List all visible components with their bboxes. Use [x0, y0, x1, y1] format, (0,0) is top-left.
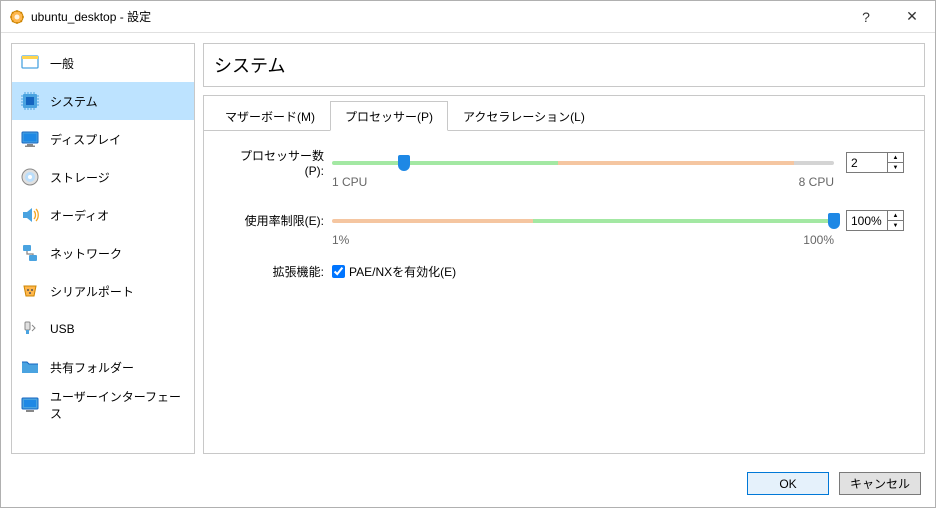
cap-min-label: 1%: [332, 233, 349, 247]
cancel-button[interactable]: キャンセル: [839, 472, 921, 495]
exec-cap-spinner[interactable]: ▲▼: [846, 210, 904, 231]
network-icon: [20, 243, 40, 263]
sidebar-item-label: シリアルポート: [50, 283, 134, 300]
window-title: ubuntu_desktop - 設定: [31, 8, 843, 25]
sidebar-item-label: ネットワーク: [50, 245, 122, 262]
spin-down[interactable]: ▼: [888, 163, 903, 172]
sidebar-item-ui[interactable]: ユーザーインターフェース: [12, 386, 194, 424]
tab-processor[interactable]: プロセッサー(P): [330, 101, 448, 131]
pae-nx-label: PAE/NXを有効化(E): [349, 263, 456, 280]
app-icon: [9, 9, 25, 25]
ui-icon: [20, 395, 40, 415]
sidebar-item-label: ストレージ: [50, 169, 110, 186]
display-icon: [20, 129, 40, 149]
sidebar-item-label: オーディオ: [50, 207, 109, 224]
dialog-footer: OK キャンセル: [1, 464, 935, 507]
cpu-max-label: 8 CPU: [799, 175, 834, 189]
sidebar-item-general[interactable]: 一般: [12, 44, 194, 82]
sidebar-item-network[interactable]: ネットワーク: [12, 234, 194, 272]
sidebar: 一般 システム ディスプレイ ストレージ オーディオ ネットワーク シリアルポー…: [11, 43, 195, 454]
ok-button[interactable]: OK: [747, 472, 829, 495]
page-title: システム: [203, 43, 925, 87]
cpu-count-label: プロセッサー数(P):: [224, 147, 332, 178]
usb-icon: [20, 319, 40, 339]
exec-cap-slider[interactable]: 1% 100%: [332, 219, 834, 223]
exec-cap-input[interactable]: [847, 211, 887, 230]
help-button[interactable]: ?: [843, 1, 889, 33]
general-icon: [20, 53, 40, 73]
sidebar-item-storage[interactable]: ストレージ: [12, 158, 194, 196]
cpu-count-input[interactable]: [847, 153, 887, 172]
system-icon: [20, 91, 40, 111]
spin-up[interactable]: ▲: [888, 211, 903, 221]
sidebar-item-usb[interactable]: USB: [12, 310, 194, 348]
exec-cap-label: 使用率制限(E):: [224, 212, 332, 229]
tab-bar: マザーボード(M) プロセッサー(P) アクセラレーション(L): [204, 96, 924, 131]
spin-down[interactable]: ▼: [888, 221, 903, 230]
sidebar-item-display[interactable]: ディスプレイ: [12, 120, 194, 158]
cap-max-label: 100%: [803, 233, 834, 247]
sidebar-item-label: 一般: [50, 55, 74, 72]
ext-label: 拡張機能:: [224, 263, 332, 280]
content-pane: マザーボード(M) プロセッサー(P) アクセラレーション(L) プロセッサー数…: [203, 95, 925, 454]
pae-nx-input[interactable]: [332, 265, 345, 278]
sidebar-item-audio[interactable]: オーディオ: [12, 196, 194, 234]
sidebar-item-system[interactable]: システム: [12, 82, 194, 120]
sidebar-item-label: ディスプレイ: [50, 131, 121, 148]
spin-up[interactable]: ▲: [888, 153, 903, 163]
cpu-count-slider[interactable]: 1 CPU 8 CPU: [332, 161, 834, 165]
tab-acceleration[interactable]: アクセラレーション(L): [448, 101, 600, 131]
titlebar: ubuntu_desktop - 設定 ? ✕: [1, 1, 935, 33]
sidebar-item-label: ユーザーインターフェース: [50, 388, 186, 422]
sidebar-item-label: システム: [50, 93, 98, 110]
audio-icon: [20, 205, 40, 225]
sidebar-item-label: USB: [50, 322, 75, 336]
sidebar-item-label: 共有フォルダー: [50, 359, 134, 376]
close-button[interactable]: ✕: [889, 1, 935, 33]
storage-icon: [20, 167, 40, 187]
tab-motherboard[interactable]: マザーボード(M): [210, 101, 330, 131]
pae-nx-checkbox[interactable]: PAE/NXを有効化(E): [332, 263, 456, 280]
sidebar-item-shared[interactable]: 共有フォルダー: [12, 348, 194, 386]
folder-icon: [20, 357, 40, 377]
cpu-min-label: 1 CPU: [332, 175, 367, 189]
sidebar-item-serial[interactable]: シリアルポート: [12, 272, 194, 310]
serial-icon: [20, 281, 40, 301]
cpu-count-spinner[interactable]: ▲▼: [846, 152, 904, 173]
